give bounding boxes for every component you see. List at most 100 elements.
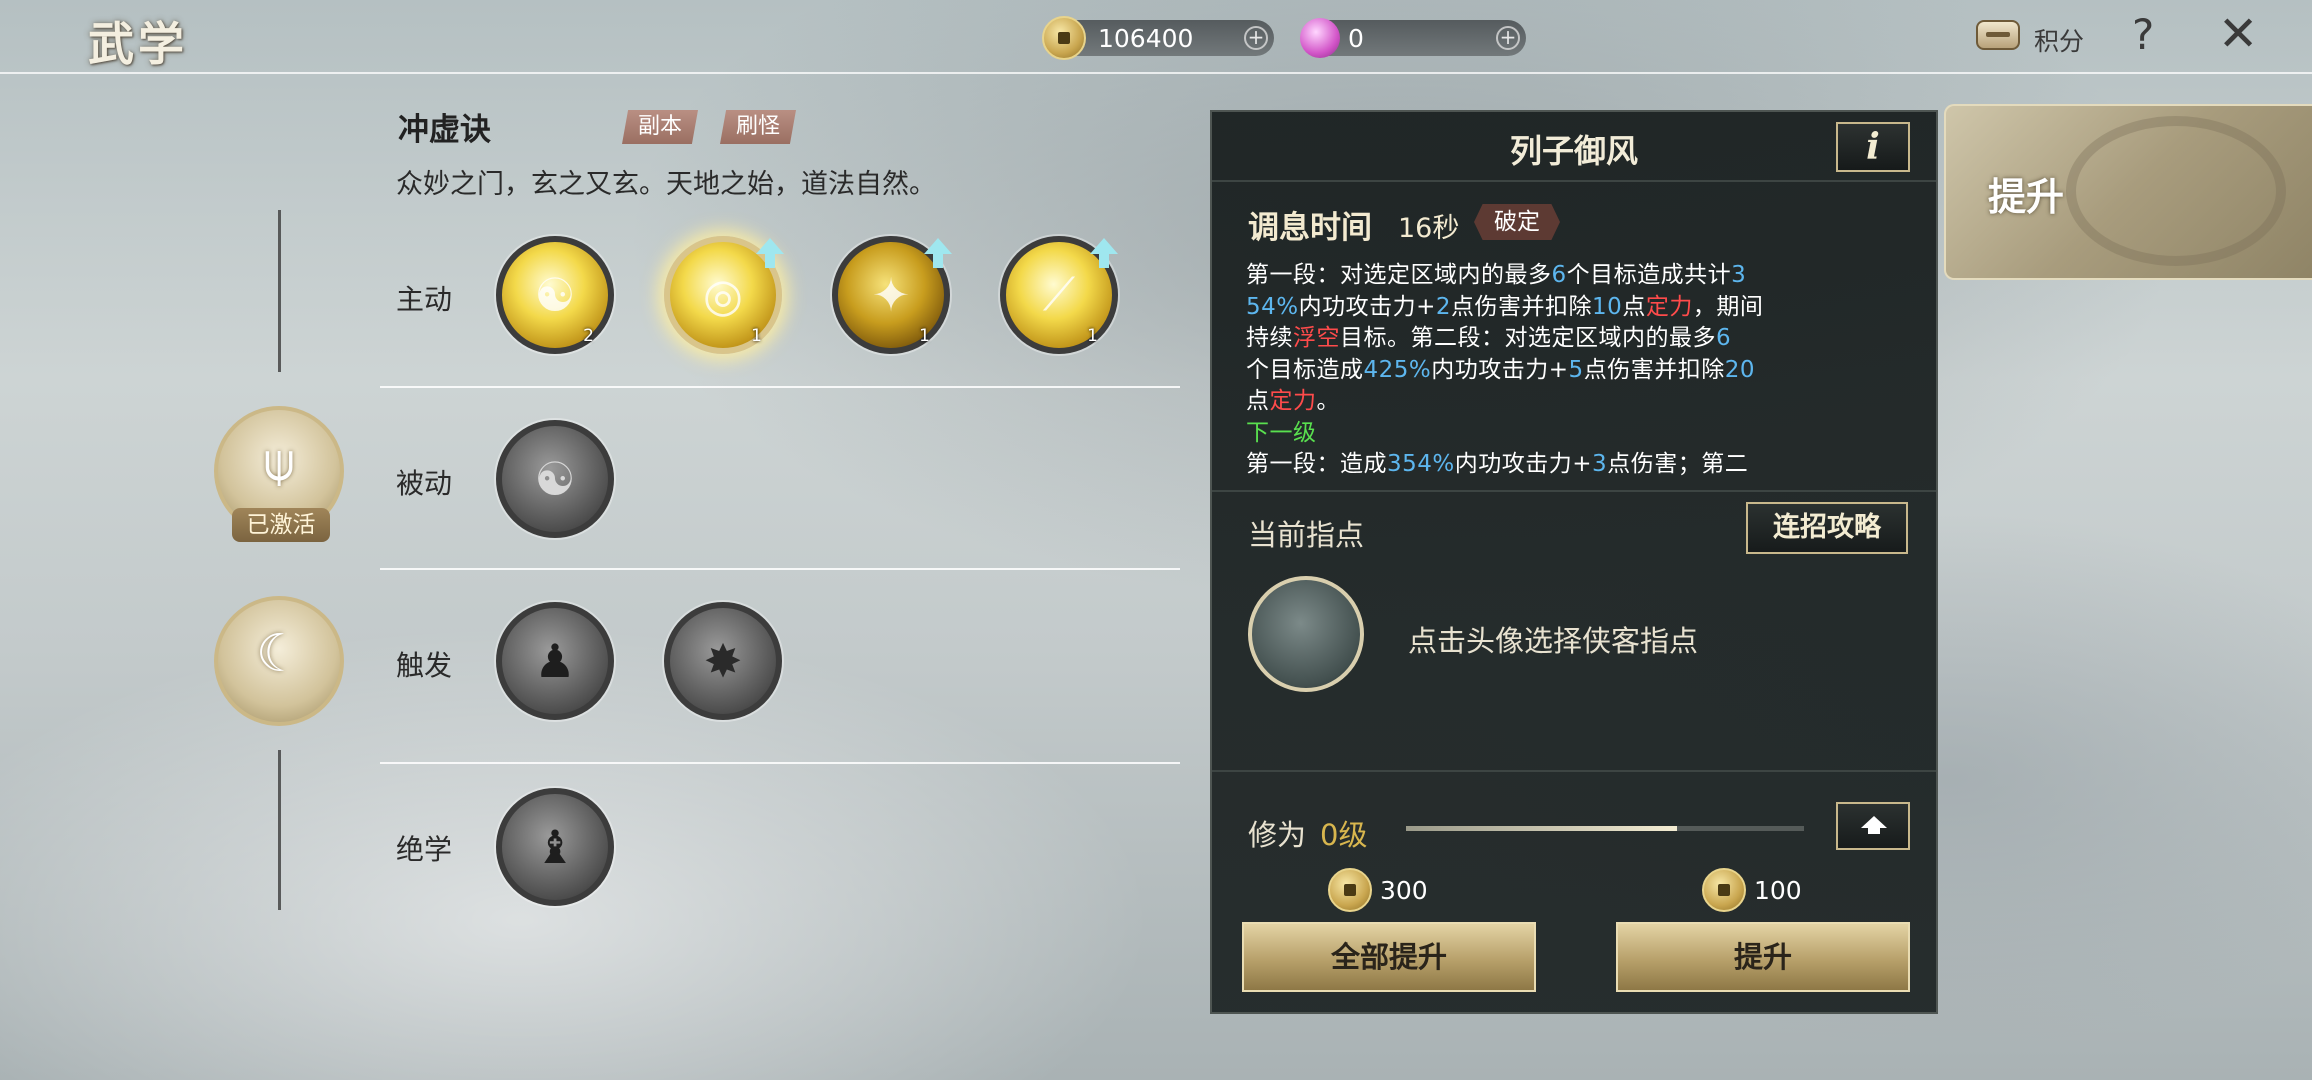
description-segment: 。	[1316, 388, 1340, 414]
cooldown-value: 16秒	[1398, 213, 1460, 244]
description-segment: 3	[1592, 451, 1608, 477]
row-label-trigger: 触发	[396, 649, 453, 682]
description-segment: 425%	[1363, 356, 1432, 383]
guide-avatar[interactable]	[1248, 576, 1364, 692]
cost-amount: 300	[1380, 876, 1428, 905]
row-divider	[380, 762, 1180, 764]
gem-counter: 0 +	[1300, 18, 1526, 58]
coin-icon	[1702, 868, 1746, 912]
description-segment: 点伤害并扣除	[1451, 293, 1593, 320]
tag-farming: 刷怪	[720, 110, 797, 144]
description-segment: 个目标造成共计	[1566, 262, 1732, 288]
row-divider	[380, 386, 1180, 388]
row-label-active: 主动	[396, 283, 453, 316]
break-tag: 破定	[1474, 204, 1560, 240]
upgrade-arrow-icon	[924, 238, 952, 268]
promote-tab[interactable]: 提升	[1944, 104, 2312, 280]
points-icon	[1976, 20, 2020, 50]
description-segment: 点	[1622, 293, 1646, 320]
upgrade-arrow-icon	[756, 238, 784, 268]
description-segment: 点伤害；第二	[1607, 451, 1749, 477]
coin-icon	[1042, 16, 1086, 60]
description-segment: 定力	[1269, 388, 1317, 414]
cultivation-level: 0级	[1320, 818, 1368, 852]
gem-amount: 0	[1348, 24, 1364, 53]
description-segment: 6	[1551, 262, 1567, 288]
description-line: 持续浮空目标。第二段：对选定区域内的最多6	[1246, 323, 1906, 355]
skill-cracked-rock-icon[interactable]: ✸	[664, 602, 782, 720]
row-label-ultimate: 绝学	[396, 833, 453, 866]
coin-icon	[1328, 868, 1372, 912]
cost-amount: 100	[1754, 876, 1802, 905]
row-label-passive: 被动	[396, 467, 453, 500]
description-segment: 点	[1246, 388, 1270, 414]
taichi-glyph-icon: ☯	[534, 268, 576, 322]
description-segment: 354%	[1387, 451, 1455, 477]
description-segment: 10	[1592, 293, 1623, 320]
description-segment: ，期间	[1692, 293, 1764, 320]
description-segment: 目标。第二段：对选定区域内的最多	[1340, 325, 1716, 351]
cooldown-label: 调息时间	[1248, 210, 1372, 246]
description-segment: 第一段：对选定区域内的最多	[1246, 262, 1552, 288]
timeline-line-top	[278, 210, 281, 372]
description-line: 第一段：对选定区域内的最多6个目标造成共计3	[1246, 260, 1906, 292]
category-badge-secondary[interactable]: ☾	[214, 596, 344, 726]
guide-label: 当前指点	[1248, 518, 1365, 552]
upgrade-button[interactable]: 提升	[1616, 922, 1910, 992]
skill-level: 1	[919, 326, 930, 346]
crescent-emblem-icon: ☾	[255, 623, 303, 684]
description-segment: 2	[1435, 293, 1452, 320]
skill-yin-yang-icon[interactable]: ☯	[496, 420, 614, 538]
add-coins-button[interactable]: +	[1244, 26, 1268, 50]
description-segment: 54%	[1246, 293, 1299, 320]
points-label: 积分	[2034, 27, 2085, 56]
cultivation-progress-fill	[1406, 826, 1677, 831]
add-gems-button[interactable]: +	[1496, 26, 1520, 50]
description-segment: 内功攻击力+	[1454, 451, 1593, 477]
description-line: 下一级	[1246, 418, 1906, 450]
info-button[interactable]: i	[1836, 122, 1910, 172]
tag-dungeon: 副本	[622, 110, 699, 144]
row-divider	[380, 568, 1180, 570]
skill-shadow-figure-icon[interactable]: ♟	[496, 602, 614, 720]
expand-up-button[interactable]	[1836, 802, 1910, 850]
coin-amount: 106400	[1098, 24, 1194, 53]
coin-counter: 106400 +	[1042, 16, 1274, 60]
skill-lightning-taichi-icon[interactable]: ☯ 2	[496, 236, 614, 354]
description-line: 第一段：造成354%内功攻击力+3点伤害；第二	[1246, 449, 1906, 481]
help-button[interactable]: ?	[2132, 10, 2154, 59]
skill-meditating-master-icon[interactable]: ♝	[496, 788, 614, 906]
gem-icon	[1300, 18, 1340, 58]
top-bar: 武学 106400 + 0 + 积分 ? ✕	[0, 0, 2312, 74]
description-segment: 定力	[1645, 293, 1693, 320]
skill-level: 1	[1087, 326, 1098, 346]
description-segment: 第一段：造成	[1246, 451, 1387, 477]
cultivation-label: 修为	[1248, 818, 1307, 852]
swirl-glyph-icon: ◎	[702, 268, 744, 322]
description-segment: 3	[1731, 262, 1747, 288]
panel-header: 列子御风 i	[1212, 112, 1936, 182]
slash-glyph-icon: ⟋	[1042, 267, 1076, 321]
upgrade-arrow-icon	[1090, 238, 1118, 268]
skill-detail-panel: 列子御风 i 调息时间 16秒 破定 第一段：对选定区域内的最多6个目标造成共计…	[1210, 110, 1938, 1014]
close-button[interactable]: ✕	[2218, 6, 2258, 62]
panel-title: 列子御风	[1509, 132, 1638, 170]
combo-guide-button[interactable]: 连招攻略	[1746, 502, 1908, 554]
master-glyph-icon: ♝	[534, 820, 576, 874]
skill-level: 2	[583, 326, 594, 346]
description-segment: 6	[1716, 325, 1732, 351]
upgrade-all-button[interactable]: 全部提升	[1242, 922, 1536, 992]
cloud-swirl-icon	[2066, 116, 2286, 266]
description-line: 点定力。	[1246, 386, 1906, 418]
description-segment: 点伤害并扣除	[1583, 356, 1725, 383]
timeline-line-bottom	[278, 750, 281, 910]
description-segment: 持续	[1246, 325, 1293, 351]
description-segment: 内功攻击力+	[1298, 293, 1436, 320]
yin-yang-glyph-icon: ☯	[534, 452, 576, 506]
page-title: 武学	[88, 17, 188, 71]
description-line: 54%内功攻击力+2点伤害并扣除10点定力，期间	[1246, 292, 1906, 324]
description-segment: 20	[1724, 356, 1755, 383]
description-segment: 下一级	[1246, 419, 1317, 446]
panel-divider	[1212, 770, 1936, 772]
panel-divider	[1212, 490, 1936, 492]
